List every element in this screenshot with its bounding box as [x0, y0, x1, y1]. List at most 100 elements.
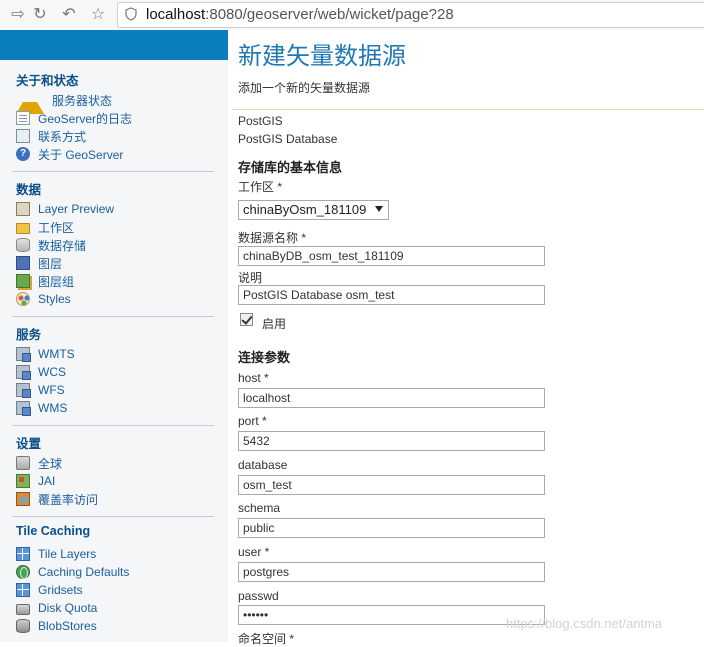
- help-icon: ?: [16, 147, 30, 161]
- sidebar-item-label: 服务器状态: [52, 93, 113, 108]
- sidebar-item-jai[interactable]: JAI: [16, 473, 55, 489]
- sidebar-item-layers[interactable]: 图层: [16, 255, 62, 271]
- host-label: host *: [238, 371, 269, 385]
- sidebar-item-label: WCS: [38, 365, 66, 379]
- sidebar-divider: [12, 316, 214, 317]
- sidebar-divider: [12, 171, 214, 172]
- store-type: PostGIS: [238, 114, 283, 128]
- sidebar-item-label: WMS: [38, 401, 68, 415]
- description-input[interactable]: [238, 285, 545, 305]
- sidebar-item-gridsets[interactable]: Gridsets: [16, 582, 83, 598]
- reload-icon[interactable]: ↻: [30, 5, 50, 25]
- site-info-shield-icon[interactable]: [124, 7, 138, 21]
- service-icon: [16, 365, 31, 380]
- sidebar-section-settings: 设置: [16, 437, 42, 451]
- globe-icon: [16, 565, 30, 579]
- bookmark-star-icon[interactable]: ☆: [88, 5, 108, 25]
- port-label: port *: [238, 414, 267, 428]
- sidebar-item-workspaces[interactable]: 工作区: [16, 219, 74, 235]
- sidebar-divider: [12, 425, 214, 426]
- sidebar-item-label: 关于 GeoServer: [38, 147, 124, 162]
- sidebar-item-wmts[interactable]: WMTS: [16, 346, 75, 362]
- chevron-down-icon: [375, 206, 383, 212]
- sidebar-item-label: Gridsets: [38, 583, 83, 597]
- workspace-select[interactable]: chinaByOsm_181109: [238, 200, 389, 220]
- watermark-text: https://blog.csdn.net/antma: [506, 616, 663, 631]
- datasource-name-input[interactable]: [238, 246, 545, 266]
- log-document-icon: [16, 111, 30, 125]
- disk-icon: [16, 603, 30, 615]
- store-type-description: PostGIS Database: [238, 132, 338, 146]
- sidebar-item-styles[interactable]: Styles: [16, 291, 71, 307]
- sidebar-item-label: WFS: [38, 383, 65, 397]
- description-label: 说明: [238, 271, 263, 285]
- basic-info-heading: 存储库的基本信息: [238, 160, 343, 175]
- service-icon: [16, 383, 31, 398]
- sidebar-item-label: Tile Layers: [38, 547, 97, 561]
- sidebar-item-caching-defaults[interactable]: Caching Defaults: [16, 564, 129, 580]
- passwd-label: passwd: [238, 589, 279, 603]
- workspace-selected-value: chinaByOsm_181109: [243, 202, 367, 217]
- passwd-input[interactable]: [238, 605, 545, 625]
- sidebar-item-layer-preview[interactable]: Layer Preview: [16, 201, 114, 217]
- host-input[interactable]: [238, 388, 545, 408]
- sidebar-item-tile-layers[interactable]: Tile Layers: [16, 546, 96, 562]
- sidebar-item-layer-groups[interactable]: 图层组: [16, 273, 74, 289]
- connection-params-heading: 连接参数: [238, 350, 291, 365]
- folder-icon: [16, 222, 30, 234]
- sidebar-item-label: JAI: [38, 474, 56, 488]
- sidebar-item-wcs[interactable]: WCS: [16, 364, 66, 380]
- sidebar-item-wfs[interactable]: WFS: [16, 382, 65, 398]
- enabled-label: 启用: [262, 317, 287, 331]
- sidebar-item-label: BlobStores: [38, 619, 97, 633]
- sidebar-item-label: 数据存储: [38, 238, 87, 253]
- sidebar-item-server-status[interactable]: 服务器状态: [16, 92, 113, 114]
- sidebar-item-wms[interactable]: WMS: [16, 400, 67, 416]
- schema-input[interactable]: [238, 518, 545, 538]
- sidebar-item-contact[interactable]: 联系方式: [16, 128, 86, 144]
- sidebar-item-label: 工作区: [38, 220, 75, 235]
- user-input[interactable]: [238, 562, 545, 582]
- layer-icon: [16, 256, 30, 270]
- database-label: database: [238, 458, 288, 472]
- address-bar[interactable]: localhost:8080/geoserver/web/wicket/page…: [117, 2, 704, 28]
- browser-toolbar: ⇨ ↻ ↶ ☆ localhost:8080/geoserver/web/wic…: [0, 0, 704, 31]
- jai-icon: [16, 474, 30, 488]
- title-divider: [232, 109, 704, 110]
- sidebar-item-label: Layer Preview: [38, 202, 115, 216]
- layer-preview-icon: [16, 202, 30, 216]
- sidebar-item-global[interactable]: 全球: [16, 455, 62, 471]
- workspace-label: 工作区 *: [238, 180, 283, 194]
- page-title: 新建矢量数据源: [238, 42, 406, 70]
- datasource-name-label: 数据源名称 *: [238, 231, 307, 245]
- sidebar-item-blobstores[interactable]: BlobStores: [16, 618, 97, 634]
- schema-label: schema: [238, 501, 281, 515]
- database-icon: [16, 238, 30, 252]
- sidebar-item-label: WMTS: [38, 347, 75, 361]
- sidebar-item-coverage-access[interactable]: 覆盖率访问: [16, 491, 98, 507]
- sidebar-item-label: 联系方式: [38, 129, 87, 144]
- sidebar-item-disk-quota[interactable]: Disk Quota: [16, 600, 97, 616]
- namespace-label: 命名空间 *: [238, 632, 295, 646]
- enabled-checkbox[interactable]: [240, 313, 253, 326]
- sidebar-item-about-geoserver[interactable]: ? 关于 GeoServer: [16, 146, 123, 162]
- sidebar-divider: [12, 516, 214, 517]
- forward-arrow-icon[interactable]: ⇨: [8, 5, 28, 25]
- sidebar-item-geoserver-log[interactable]: GeoServer的日志: [16, 110, 132, 126]
- port-input[interactable]: [238, 431, 545, 451]
- url-text: localhost:8080/geoserver/web/wicket/page…: [146, 6, 454, 23]
- contact-card-icon: [16, 129, 30, 143]
- blobstore-icon: [16, 619, 30, 633]
- back-arrow-icon[interactable]: ↶: [59, 5, 79, 25]
- database-input[interactable]: [238, 475, 545, 495]
- sidebar-item-stores[interactable]: 数据存储: [16, 237, 86, 253]
- service-icon: [16, 347, 31, 362]
- sidebar-section-about: 关于和状态: [16, 74, 79, 88]
- sidebar-item-label: 覆盖率访问: [38, 492, 99, 507]
- sidebar-item-label: 图层组: [38, 274, 75, 289]
- sidebar-item-label: Styles: [38, 292, 71, 306]
- service-icon: [16, 401, 31, 416]
- layer-group-icon: [16, 274, 30, 288]
- page-subtitle: 添加一个新的矢量数据源: [238, 81, 371, 95]
- sidebar-item-label: 图层: [38, 256, 63, 271]
